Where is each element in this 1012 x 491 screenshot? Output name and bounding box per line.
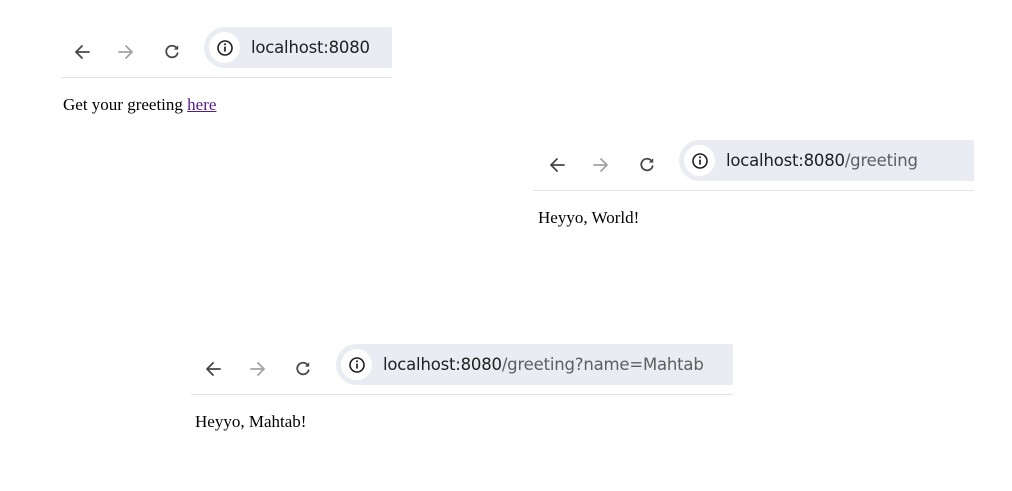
url-text[interactable]: localhost:8080/greeting [726,151,918,170]
forward-button[interactable] [246,357,270,381]
address-bar[interactable]: localhost:8080/greeting [679,140,974,181]
reload-button[interactable] [160,40,184,64]
forward-button[interactable] [114,40,138,64]
site-info-button[interactable] [684,145,715,176]
browser-toolbar: localhost:8080/greeting?name=Mahtab [191,344,733,395]
back-button[interactable] [70,40,94,64]
url-path: /greeting [844,151,918,170]
greeting-prompt-text: Get your greeting [63,95,188,114]
url-path: /greeting?name=Mahtab [501,355,704,374]
arrow-right-icon [593,158,608,172]
back-button[interactable] [201,357,225,381]
arrow-right-icon [118,45,133,59]
reload-icon [165,44,179,59]
site-info-button[interactable] [209,32,240,63]
reload-button[interactable] [291,357,315,381]
arrow-left-icon [75,45,90,59]
reload-button[interactable] [635,153,659,177]
arrow-right-icon [250,362,265,376]
page-content: Heyyo, Mahtab! [195,412,306,432]
browser-toolbar: localhost:8080/greeting [533,140,974,191]
browser-window-1: localhost:8080 Get your greeting here [61,27,392,117]
greeting-text: Heyyo, Mahtab! [195,412,307,431]
site-info-button[interactable] [341,349,372,380]
reload-icon [640,157,654,172]
browser-window-3: localhost:8080/greeting?name=Mahtab Heyy… [191,344,733,439]
forward-button[interactable] [589,153,613,177]
arrow-left-icon [206,362,221,376]
info-icon [348,356,365,373]
greeting-text: Heyyo, World! [538,208,640,227]
greeting-link[interactable]: here [187,95,216,114]
url-text[interactable]: localhost:8080 [251,38,370,57]
url-text[interactable]: localhost:8080/greeting?name=Mahtab [383,355,704,374]
address-bar[interactable]: localhost:8080/greeting?name=Mahtab [336,344,733,385]
info-icon [216,39,233,56]
browser-window-2: localhost:8080/greeting Heyyo, World! [533,140,974,235]
address-bar[interactable]: localhost:8080 [204,27,392,68]
url-host: localhost:8080 [251,38,370,57]
url-host: localhost:8080 [726,151,845,170]
reload-icon [296,361,310,376]
info-icon [691,152,708,169]
arrow-left-icon [550,158,565,172]
url-host: localhost:8080 [383,355,502,374]
page-content: Get your greeting here [63,95,216,115]
back-button[interactable] [545,153,569,177]
page-content: Heyyo, World! [538,208,639,228]
browser-toolbar: localhost:8080 [61,27,392,78]
